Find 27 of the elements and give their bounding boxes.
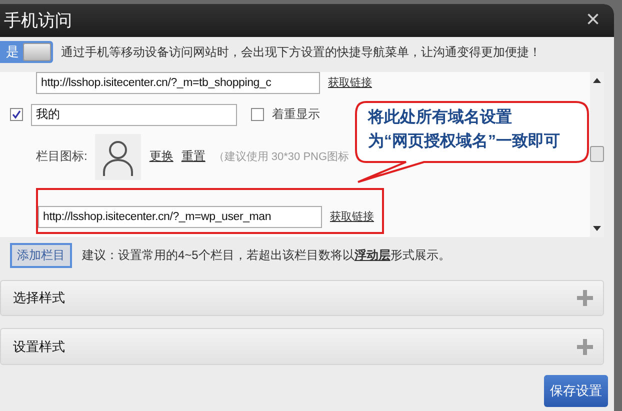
scroll-down-icon[interactable] [593, 226, 601, 231]
window-title: 手机访问 [4, 10, 72, 32]
save-button[interactable]: 保存设置 [544, 375, 608, 407]
section-header[interactable]: 设置样式 [0, 328, 604, 365]
section-header[interactable]: 选择样式 [0, 280, 604, 316]
scroll-thumb[interactable] [590, 146, 604, 162]
checkbox[interactable] [10, 108, 23, 122]
hint-text: （建议使用 30*30 PNG图标 [213, 150, 350, 164]
change-link[interactable]: 更换 [149, 148, 174, 166]
reset-link[interactable]: 重置 [181, 148, 206, 166]
intro-text: 通过手机等移动设备访问网站时，会出现下方设置的快捷导航菜单，让沟通变得更加便捷！ [61, 44, 541, 61]
section-title: 选择样式 [13, 288, 65, 307]
get-link[interactable]: 获取链接 [330, 209, 374, 224]
url-field[interactable]: http://lsshop.isitecenter.cn/?_m=tb_shopping_c [36, 72, 320, 94]
url-field[interactable]: http://lsshop.isitecenter.cn/?_m=wp_user_man [38, 206, 322, 228]
suggestion-text: 建议：设置常用的4~5个栏目，若超出该栏目数将以浮动层形式展示。 [82, 246, 450, 264]
section-title: 设置样式 [13, 338, 65, 356]
name-field[interactable]: 我的 [31, 104, 237, 126]
close-button[interactable]: × [586, 6, 600, 34]
user-icon [95, 134, 142, 180]
checkbox[interactable] [251, 108, 264, 122]
get-link[interactable]: 获取链接 [328, 75, 372, 90]
checkbox-label: 着重显示 [272, 106, 320, 124]
add-column-button[interactable]: 添加栏目 [10, 242, 72, 268]
icon-label: 栏目图标: [36, 148, 88, 166]
callout-text: 将此处所有域名设置 为“网页授权域名”一致即可 [368, 108, 560, 152]
scroll-up-icon[interactable] [593, 78, 601, 83]
